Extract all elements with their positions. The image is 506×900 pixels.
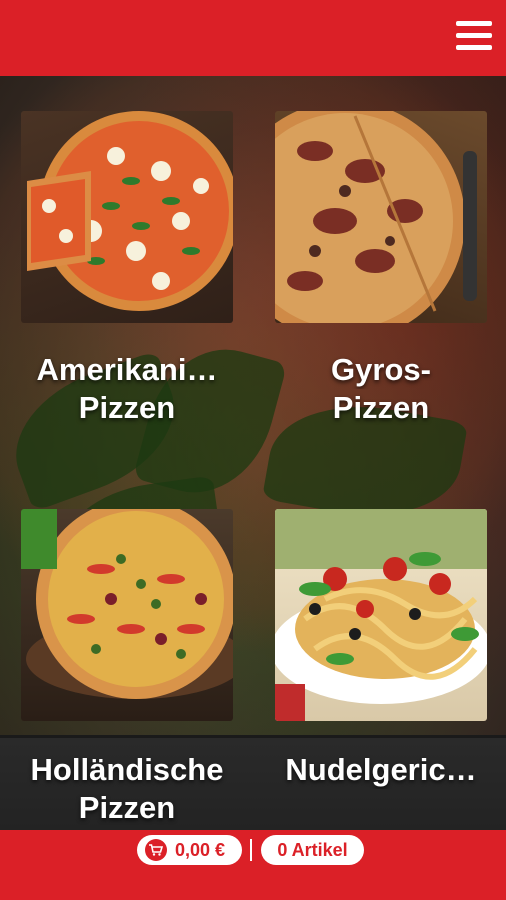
category-image	[275, 509, 487, 721]
cart-icon	[145, 839, 167, 861]
category-image	[21, 509, 233, 721]
footer-divider	[250, 839, 252, 861]
category-tile-hollaendische-pizzen[interactable]: Holländische Pizzen	[21, 509, 233, 825]
cart-items-count: 0 Artikel	[277, 840, 348, 860]
top-bar	[0, 0, 506, 76]
category-tile-gyros-pizzen[interactable]: Gyros- Pizzen	[275, 111, 487, 425]
category-grid: Amerikani… Pizzen Gyros- Pizzen Holländi…	[0, 76, 506, 830]
category-image	[21, 111, 233, 323]
category-label: Gyros- Pizzen	[331, 352, 431, 425]
cart-total-button[interactable]: 0,00 €	[137, 835, 242, 865]
category-image	[275, 111, 487, 323]
category-tile-amerikanische-pizzen[interactable]: Amerikani… Pizzen	[21, 111, 233, 425]
category-label: Nudelgeric…	[285, 752, 477, 787]
category-label: Amerikani… Pizzen	[36, 352, 218, 425]
cart-total-value: 0,00 €	[175, 840, 226, 860]
hamburger-menu-icon[interactable]	[454, 17, 494, 55]
cart-items-button[interactable]: 0 Artikel	[261, 835, 364, 865]
cart-footer: 0,00 € 0 Artikel	[0, 830, 506, 900]
category-tile-nudelgerichte[interactable]: Nudelgeric…	[275, 509, 487, 787]
category-label: Holländische Pizzen	[30, 752, 224, 825]
